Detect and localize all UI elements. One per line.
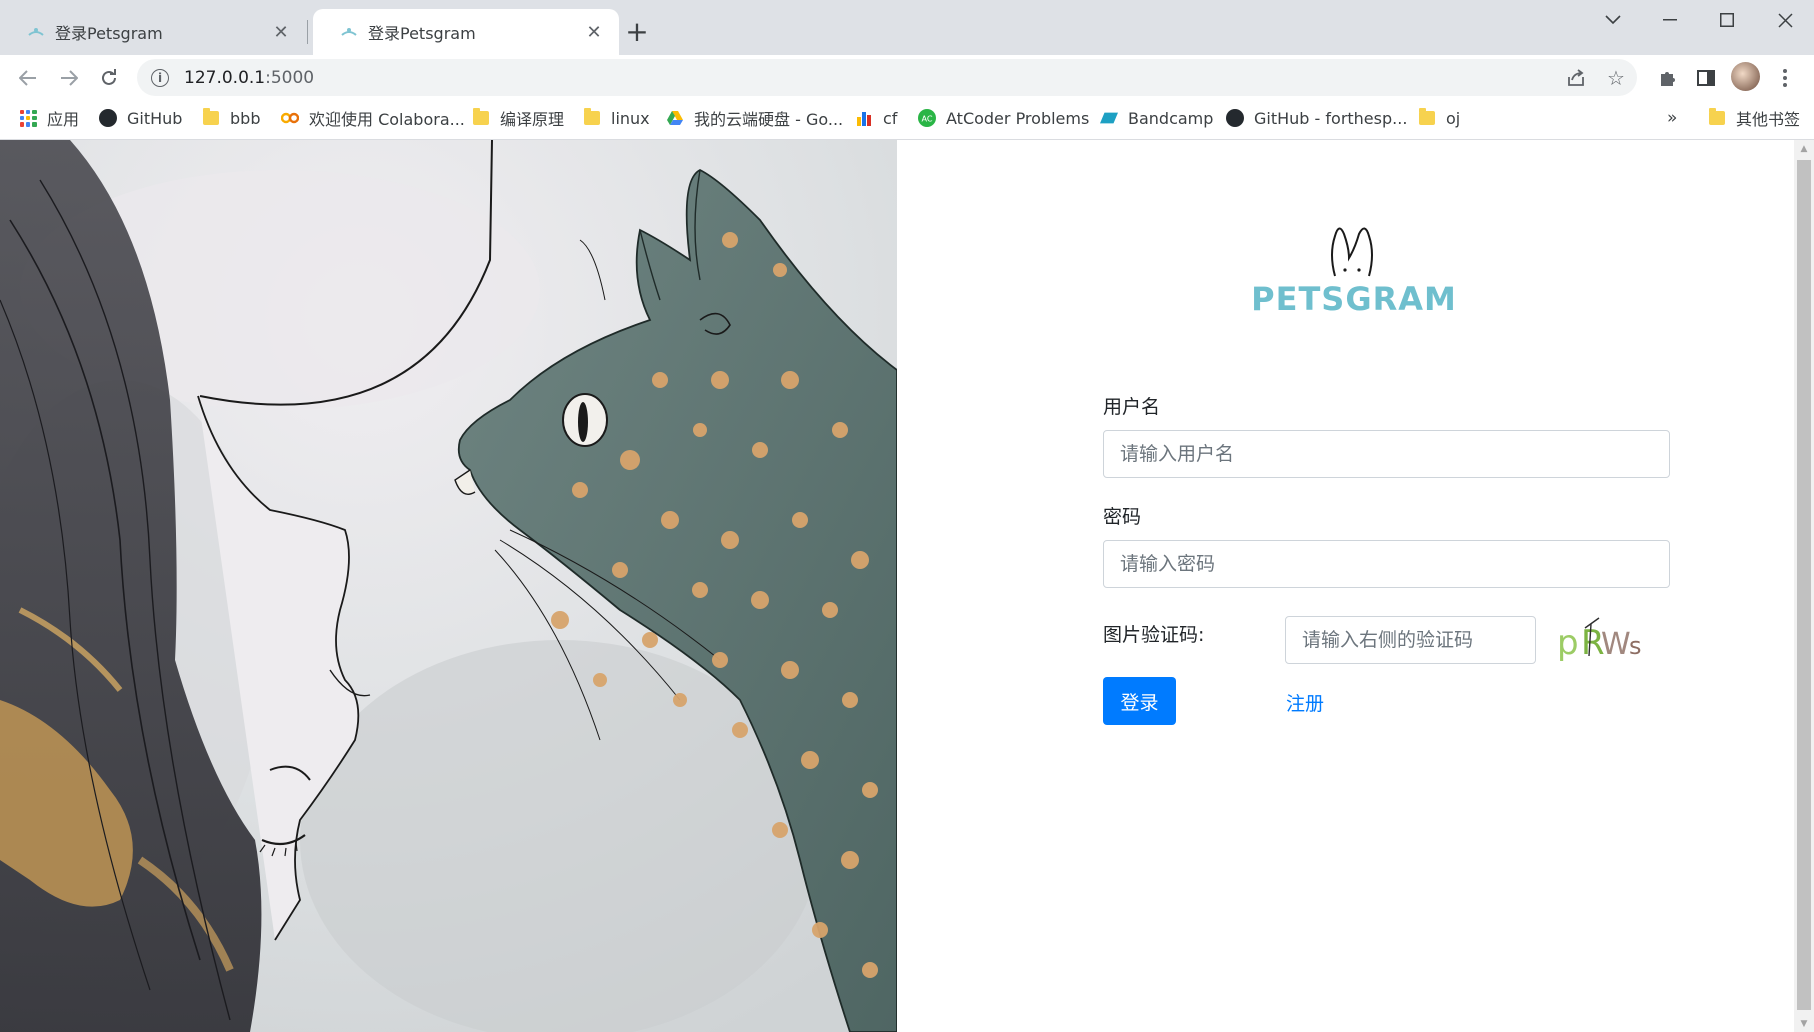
bookmark-label: 我的云端硬盘 - Go... xyxy=(694,110,844,129)
bookmark-folder-bbb[interactable]: bbb xyxy=(202,100,260,136)
bookmarks-overflow-chevron-icon[interactable]: » xyxy=(1667,100,1677,136)
side-panel-icon[interactable] xyxy=(1691,63,1721,93)
bookmark-label: cf xyxy=(883,108,898,128)
extensions-puzzle-icon[interactable] xyxy=(1652,63,1682,93)
bookmark-label: bbb xyxy=(230,108,261,128)
close-window-icon[interactable] xyxy=(1756,0,1814,40)
scroll-down-arrow-icon[interactable]: ▼ xyxy=(1794,1015,1814,1032)
profile-avatar[interactable] xyxy=(1731,62,1760,91)
close-tab-icon[interactable]: ✕ xyxy=(583,21,605,43)
github-icon xyxy=(99,109,117,127)
address-url: 127.0.0.1:5000 xyxy=(184,67,315,88)
captcha-input[interactable] xyxy=(1285,616,1536,664)
svg-text:AC: AC xyxy=(921,114,932,124)
password-input[interactable] xyxy=(1103,540,1670,588)
bookmark-star-icon[interactable]: ☆ xyxy=(1601,63,1631,93)
folder-icon xyxy=(202,108,220,127)
browser-tab[interactable]: 登录Petsgram ✕ xyxy=(0,9,306,55)
back-arrow-icon[interactable] xyxy=(9,59,46,96)
username-label: 用户名 xyxy=(1103,396,1161,418)
browser-toolbar: i 127.0.0.1:5000 ☆ xyxy=(0,55,1814,100)
atcoder-icon: AC xyxy=(918,109,936,127)
captcha-row: 图片验证码: p R W s xyxy=(1103,616,1671,664)
share-icon[interactable] xyxy=(1561,63,1591,93)
folder-icon xyxy=(583,108,601,127)
username-input[interactable] xyxy=(1103,430,1670,478)
bookmark-label: AtCoder Problems xyxy=(946,108,1090,128)
bookmark-label: 欢迎使用 Colabora... xyxy=(309,110,465,129)
action-row: 登录 注册 xyxy=(1103,677,1671,725)
bookmark-folder-compiler[interactable]: 编译原理 xyxy=(472,100,564,136)
browser-menu-icon[interactable] xyxy=(1770,63,1800,93)
tab-strip: 登录Petsgram ✕ 登录Petsgram ✕ + xyxy=(0,0,1814,55)
tab-search-chevron-icon[interactable] xyxy=(1584,0,1642,40)
petsgram-favicon-icon xyxy=(25,21,47,43)
page-scrollbar[interactable]: ▲ ▼ xyxy=(1794,140,1814,1032)
minimize-icon[interactable] xyxy=(1641,0,1699,40)
bookmark-google-drive[interactable]: 我的云端硬盘 - Go... xyxy=(666,100,843,136)
login-button[interactable]: 登录 xyxy=(1103,677,1176,725)
svg-text:W: W xyxy=(1601,627,1631,662)
hero-illustration xyxy=(0,140,897,1032)
tab-title: 登录Petsgram xyxy=(368,24,476,43)
forward-arrow-icon[interactable] xyxy=(50,59,87,96)
tab-divider xyxy=(307,20,308,44)
login-form: 用户名 密码 图片验证码: p R W s 登录 xyxy=(1103,392,1671,725)
bookmark-label: linux xyxy=(611,108,650,128)
bookmark-label: 应用 xyxy=(47,110,80,129)
bookmark-codeforces[interactable]: cf xyxy=(855,100,897,136)
bookmark-colab[interactable]: 欢迎使用 Colabora... xyxy=(281,100,465,136)
overflow-label: » xyxy=(1667,108,1678,128)
bookmark-atcoder[interactable]: AC AtCoder Problems xyxy=(918,100,1089,136)
svg-text:p: p xyxy=(1557,623,1579,663)
codeforces-icon xyxy=(855,109,873,127)
bookmark-label: Bandcamp xyxy=(1128,108,1214,128)
github-icon xyxy=(1226,109,1244,127)
captcha-image[interactable]: p R W s xyxy=(1555,616,1645,664)
apps-grid-icon xyxy=(19,109,37,127)
svg-text:s: s xyxy=(1629,632,1642,660)
logo-wordmark: PETSGRAM xyxy=(1251,280,1457,318)
bandcamp-icon xyxy=(1100,109,1118,127)
password-label: 密码 xyxy=(1103,506,1142,528)
bookmark-bandcamp[interactable]: Bandcamp xyxy=(1100,100,1213,136)
bookmark-label: 其他书签 xyxy=(1736,110,1801,129)
bookmark-label: GitHub xyxy=(127,108,183,128)
colab-icon xyxy=(281,109,299,127)
register-link[interactable]: 注册 xyxy=(1286,689,1324,716)
folder-icon xyxy=(472,108,490,127)
tab-title: 登录Petsgram xyxy=(55,24,163,43)
bookmark-github-forthesp[interactable]: GitHub - forthesp... xyxy=(1226,100,1407,136)
close-tab-icon[interactable]: ✕ xyxy=(270,21,292,43)
bookmark-folder-oj[interactable]: oj xyxy=(1418,100,1460,136)
bookmark-label: 编译原理 xyxy=(500,110,565,129)
bunny-logo-icon xyxy=(1331,227,1373,277)
petsgram-logo: PETSGRAM xyxy=(1249,214,1459,318)
maximize-icon[interactable] xyxy=(1698,0,1756,40)
petsgram-favicon-icon xyxy=(338,21,360,43)
reload-icon[interactable] xyxy=(90,59,127,96)
folder-icon xyxy=(1708,108,1726,127)
page-viewport: PETSGRAM 用户名 密码 图片验证码: p R W s xyxy=(0,140,1814,1032)
bookmarks-bar: 应用 GitHub bbb 欢迎使用 Colabora... 编译原理 linu… xyxy=(0,100,1814,140)
bookmark-other-bookmarks[interactable]: 其他书签 xyxy=(1708,100,1800,136)
scroll-up-arrow-icon[interactable]: ▲ xyxy=(1794,140,1814,157)
captcha-label: 图片验证码: xyxy=(1103,624,1205,646)
scrollbar-thumb[interactable] xyxy=(1797,160,1811,1010)
address-bar[interactable]: i 127.0.0.1:5000 xyxy=(137,59,1637,96)
site-info-icon[interactable]: i xyxy=(151,68,169,87)
new-tab-plus-icon[interactable]: + xyxy=(622,15,652,48)
browser-tab-active[interactable]: 登录Petsgram ✕ xyxy=(313,9,619,55)
bookmark-label: oj xyxy=(1446,108,1461,128)
bookmark-label: GitHub - forthesp... xyxy=(1254,108,1408,128)
bookmark-apps[interactable]: 应用 xyxy=(19,100,79,136)
folder-icon xyxy=(1418,108,1436,127)
google-drive-icon xyxy=(666,109,684,127)
login-panel: PETSGRAM 用户名 密码 图片验证码: p R W s xyxy=(897,140,1794,1032)
bookmark-folder-linux[interactable]: linux xyxy=(583,100,650,136)
bookmark-github[interactable]: GitHub xyxy=(99,100,182,136)
